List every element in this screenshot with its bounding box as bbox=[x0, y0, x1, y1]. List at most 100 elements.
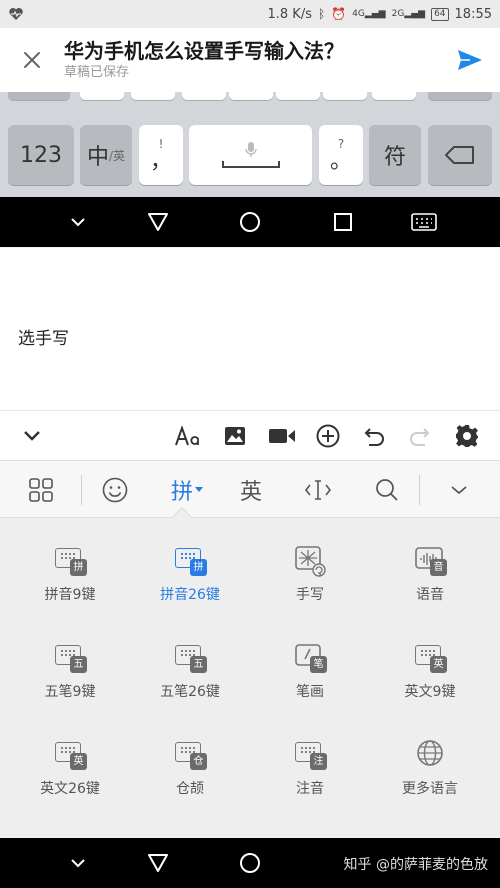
text-format-button[interactable] bbox=[171, 411, 207, 461]
send-icon bbox=[458, 50, 482, 70]
method-label: 更多语言 bbox=[402, 781, 458, 797]
space-key[interactable] bbox=[189, 125, 312, 185]
method-badge: 仓 bbox=[190, 753, 207, 770]
ime-menu-button[interactable] bbox=[16, 461, 66, 519]
collapse-toolbar-button[interactable] bbox=[14, 411, 50, 461]
keyboard-icon: 注 bbox=[293, 738, 327, 772]
key-stub bbox=[229, 92, 273, 100]
method-label: 注音 bbox=[296, 781, 324, 797]
period-key-label: 。 bbox=[329, 149, 352, 174]
method-badge: 五 bbox=[70, 656, 87, 673]
symbols-key-label: 符 bbox=[383, 145, 406, 170]
caret-down-icon bbox=[195, 487, 203, 492]
keypad-icon: 英 bbox=[413, 641, 447, 675]
input-method-zhuyin[interactable]: 注 注音 bbox=[250, 712, 370, 808]
heart-pulse-icon bbox=[9, 8, 23, 20]
input-method-wubi-9[interactable]: 五 五笔9键 bbox=[10, 615, 130, 711]
key-stub bbox=[323, 92, 367, 100]
handwriting-icon bbox=[293, 544, 327, 578]
ime-search-button[interactable] bbox=[362, 461, 412, 519]
language-key-sub: /英 bbox=[108, 148, 126, 163]
comma-key[interactable]: ! ， bbox=[139, 125, 183, 185]
keyboard-icon: 英 bbox=[53, 738, 87, 772]
recents-button[interactable] bbox=[313, 197, 373, 247]
keyboard-top: 123 中/英 ! ， ? 。 符 bbox=[0, 92, 500, 197]
insert-more-button[interactable] bbox=[310, 411, 346, 461]
keypad-icon: 五 bbox=[53, 641, 87, 675]
content-text: 选手写 bbox=[18, 329, 69, 349]
question-title[interactable]: 华为手机怎么设置手写输入法？ bbox=[64, 38, 440, 64]
collapse-keyboard-button[interactable] bbox=[434, 461, 484, 519]
voice-icon: 音 bbox=[413, 544, 447, 578]
undo-button[interactable] bbox=[356, 411, 392, 461]
settings-button[interactable] bbox=[449, 411, 485, 461]
close-button[interactable] bbox=[0, 28, 64, 92]
home-circle-icon bbox=[240, 853, 260, 873]
insert-video-button[interactable] bbox=[264, 411, 300, 461]
send-button[interactable] bbox=[440, 28, 500, 92]
signal-icon-2: 2G▂▄▆ bbox=[391, 9, 426, 19]
emoji-button[interactable] bbox=[90, 461, 140, 519]
input-method-pinyin-9[interactable]: 拼 拼音9键 bbox=[10, 518, 130, 614]
keyboard-icon: 拼 bbox=[173, 544, 207, 578]
pinyin-mode-button[interactable]: 拼 bbox=[160, 461, 214, 519]
back-button[interactable] bbox=[128, 838, 188, 888]
home-button[interactable] bbox=[220, 838, 280, 888]
back-button[interactable] bbox=[128, 197, 188, 247]
input-method-stroke[interactable]: 笔 笔画 bbox=[250, 615, 370, 711]
clock: 18:55 bbox=[454, 6, 492, 22]
input-method-handwriting[interactable]: 手写 bbox=[250, 518, 370, 614]
symbols-key[interactable]: 符 bbox=[369, 125, 421, 185]
home-button[interactable] bbox=[220, 197, 280, 247]
key-stub bbox=[372, 92, 416, 100]
back-triangle-icon bbox=[148, 854, 168, 872]
undo-icon bbox=[364, 428, 384, 446]
smiley-icon bbox=[102, 477, 128, 503]
language-switch-key[interactable]: 中/英 bbox=[80, 125, 132, 185]
cursor-move-button[interactable] bbox=[293, 461, 343, 519]
input-method-wubi-26[interactable]: 五 五笔26键 bbox=[130, 615, 250, 711]
input-method-english-9[interactable]: 英 英文9键 bbox=[370, 615, 490, 711]
gear-icon bbox=[456, 425, 478, 447]
watermark: 知乎 @的萨菲麦的色放 bbox=[343, 857, 488, 873]
english-mode-button[interactable]: 英 bbox=[226, 461, 276, 519]
method-badge: 拼 bbox=[70, 559, 87, 576]
insert-image-button[interactable] bbox=[217, 411, 253, 461]
back-triangle-icon bbox=[148, 213, 168, 231]
keyboard-switch-button[interactable] bbox=[394, 197, 454, 247]
ime-top-bar: 拼 英 bbox=[0, 460, 500, 518]
key-stub bbox=[80, 92, 124, 100]
alarm-icon: ⏰ bbox=[331, 7, 347, 21]
input-method-cangjie[interactable]: 仓 仓颉 bbox=[130, 712, 250, 808]
input-method-grid: 拼 拼音9键 拼 拼音26键 手写 音 语音 五 五笔9键 五 五笔26键 笔 … bbox=[0, 518, 500, 836]
method-badge: 英 bbox=[70, 753, 87, 770]
editor-content[interactable]: 选手写 bbox=[0, 248, 500, 410]
method-label: 仓颉 bbox=[176, 781, 204, 797]
hide-keyboard-button[interactable] bbox=[48, 197, 108, 247]
input-method-english-26[interactable]: 英 英文26键 bbox=[10, 712, 130, 808]
key-stub bbox=[182, 92, 226, 100]
method-label: 拼音9键 bbox=[44, 587, 96, 603]
method-badge: 五 bbox=[190, 656, 207, 673]
keyboard-icon: 五 bbox=[173, 641, 207, 675]
period-key[interactable]: ? 。 bbox=[319, 125, 363, 185]
input-method-voice[interactable]: 音 语音 bbox=[370, 518, 490, 614]
redo-icon bbox=[410, 428, 430, 446]
method-label: 五笔9键 bbox=[44, 684, 96, 700]
redo-button[interactable] bbox=[402, 411, 438, 461]
hide-keyboard-button[interactable] bbox=[48, 838, 108, 888]
key-stub bbox=[131, 92, 175, 100]
home-circle-icon bbox=[240, 212, 260, 232]
keypad-icon: 拼 bbox=[53, 544, 87, 578]
method-label: 英文26键 bbox=[40, 781, 100, 797]
method-badge: 英 bbox=[430, 656, 447, 673]
recents-square-icon bbox=[334, 213, 352, 231]
enter-icon bbox=[445, 146, 474, 164]
navigation-bar bbox=[0, 197, 500, 247]
numbers-key[interactable]: 123 bbox=[8, 125, 74, 185]
text-cursor-icon bbox=[304, 480, 332, 500]
input-method-more-languages[interactable]: 更多语言 bbox=[370, 712, 490, 808]
enter-key[interactable] bbox=[428, 125, 492, 185]
grid-menu-icon bbox=[29, 478, 53, 502]
input-method-pinyin-26[interactable]: 拼 拼音26键 bbox=[130, 518, 250, 614]
